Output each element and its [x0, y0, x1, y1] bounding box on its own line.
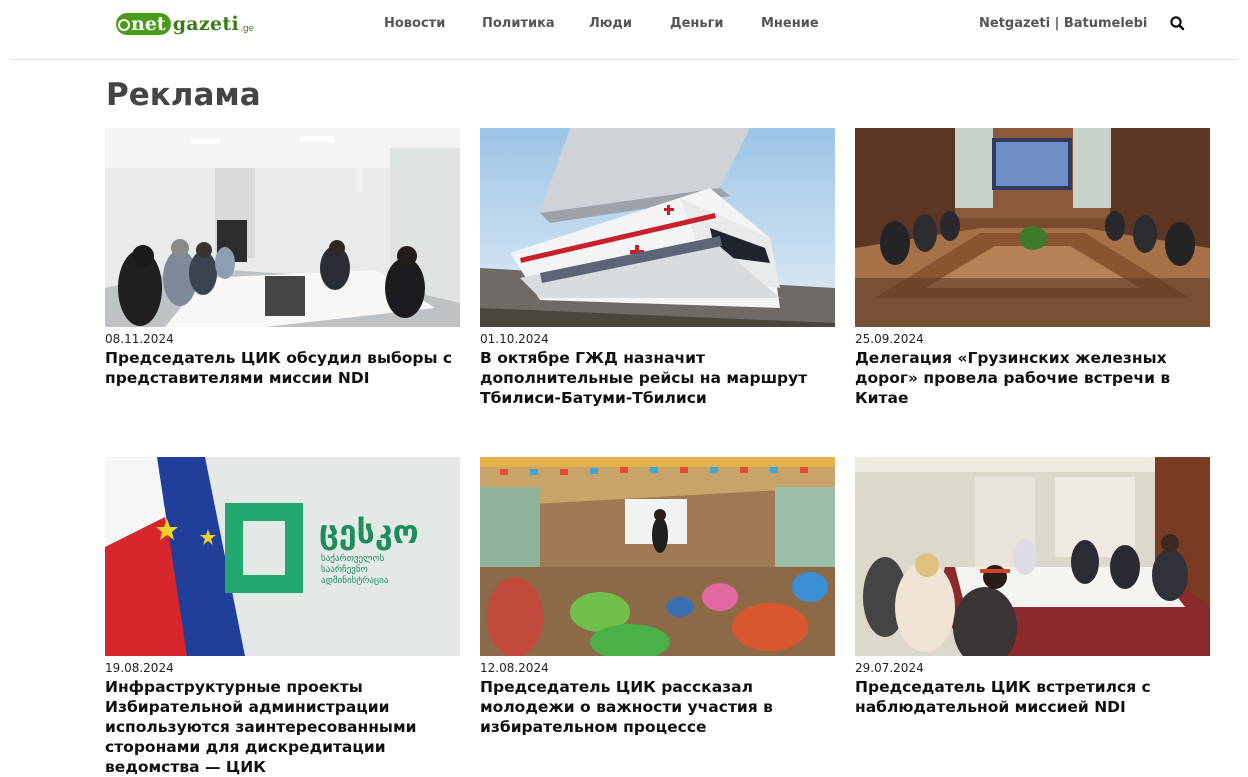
article-image: ცესკო საქართველოს საარჩევნო ადმინისტრაცი…: [105, 457, 460, 656]
article-card[interactable]: 29.07.2024 Председатель ЦИК встретился с…: [855, 457, 1210, 717]
cec-logo-name: ცესკო: [319, 513, 419, 551]
article-date: 19.08.2024: [105, 661, 174, 675]
logo-net-text: net: [131, 12, 166, 35]
article-date: 01.10.2024: [480, 332, 549, 346]
article-title[interactable]: В октябре ГЖД назначит дополнительные ре…: [480, 348, 835, 408]
article-card[interactable]: ცესკო საქართველოს საარჩევნო ადმინისტრაცი…: [105, 457, 460, 777]
logo-tld-text: .ge: [239, 24, 255, 34]
logo-circle-icon: [118, 18, 130, 31]
site-header: net gazeti .ge Новости Политика Люди Ден…: [0, 0, 1248, 60]
article-title[interactable]: Председатель ЦИК обсудил выборы с предст…: [105, 348, 460, 388]
article-title[interactable]: Председатель ЦИК рассказал молодежи о ва…: [480, 677, 835, 737]
article-title[interactable]: Инфраструктурные проекты Избирательной а…: [105, 677, 460, 777]
article-date: 25.09.2024: [855, 332, 924, 346]
article-title[interactable]: Председатель ЦИК встретился с наблюдател…: [855, 677, 1210, 717]
nav-item-opinion[interactable]: Мнение: [761, 16, 819, 31]
article-image: [855, 457, 1210, 656]
nav-item-news[interactable]: Новости: [384, 16, 445, 31]
site-logo[interactable]: net gazeti .ge: [116, 12, 254, 36]
nav-item-money[interactable]: Деньги: [670, 16, 724, 31]
search-icon[interactable]: [1168, 14, 1188, 34]
article-title[interactable]: Делегация «Грузинских железных дорог» пр…: [855, 348, 1210, 408]
article-image: [480, 457, 835, 656]
header-divider: [10, 59, 1238, 60]
article-card[interactable]: 01.10.2024 В октябре ГЖД назначит дополн…: [480, 128, 835, 408]
article-date: 29.07.2024: [855, 661, 924, 675]
netgazeti-batumelebi-link[interactable]: Netgazeti | Batumelebi: [979, 16, 1147, 31]
article-image: [480, 128, 835, 327]
article-card[interactable]: 12.08.2024 Председатель ЦИК рассказал мо…: [480, 457, 835, 737]
article-image: [855, 128, 1210, 327]
article-card[interactable]: 08.11.2024 Председатель ЦИК обсудил выбо…: [105, 128, 460, 388]
cec-logo-sub2: საარჩევნო: [321, 564, 368, 575]
nav-item-people[interactable]: Люди: [589, 16, 632, 31]
article-date: 12.08.2024: [480, 661, 549, 675]
cec-logo-sub1: საქართველოს: [321, 553, 385, 564]
logo-net-badge: net: [116, 13, 171, 35]
nav-item-politics[interactable]: Политика: [482, 16, 555, 31]
article-date: 08.11.2024: [105, 332, 174, 346]
article-card[interactable]: 25.09.2024 Делегация «Грузинских железны…: [855, 128, 1210, 408]
cec-logo-sub3: ადმინისტრაცია: [321, 575, 389, 586]
page-title: Реклама: [106, 77, 261, 113]
article-image: [105, 128, 460, 327]
logo-gazeti-text: gazeti: [172, 13, 239, 35]
